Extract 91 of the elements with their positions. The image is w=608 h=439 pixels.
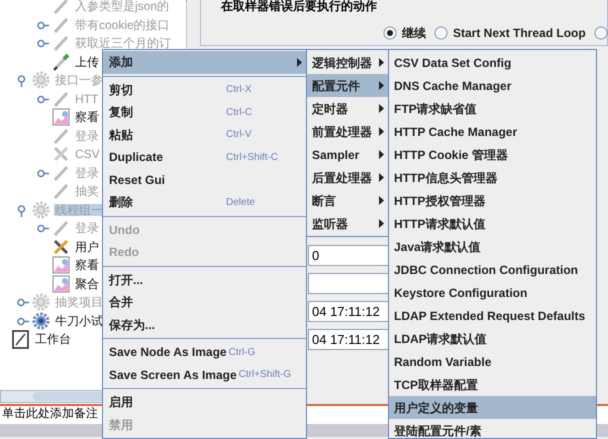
tree-node[interactable]: 上传: [74, 56, 100, 68]
menu-item[interactable]: 登陆配置元件/素: [389, 419, 596, 438]
radio-button[interactable]: [434, 26, 448, 40]
menu-item[interactable]: 断言: [307, 189, 388, 212]
menu-item[interactable]: 监听器: [307, 212, 388, 235]
gear-icon: [32, 293, 50, 312]
pen-icon: [52, 164, 70, 182]
pen-icon: [52, 126, 70, 145]
radio-button[interactable]: [594, 26, 608, 40]
menu-item[interactable]: TCP取样器配置: [389, 373, 596, 396]
radio-label: Start Next Thread Loop: [453, 25, 586, 42]
collapsed-handle-icon[interactable]: [17, 298, 29, 307]
menu-item[interactable]: HTTP Cache Manager: [389, 120, 596, 143]
menu-item[interactable]: 启用: [103, 391, 306, 414]
radio-label: 继续: [402, 25, 426, 42]
menu-item[interactable]: Sampler: [307, 143, 388, 166]
section-title: 在取样器错误后要执行的动作: [220, 0, 378, 13]
menu-item[interactable]: 逻辑控制器: [307, 51, 388, 74]
graph-icon: [52, 274, 70, 293]
gear-icon: [32, 71, 50, 90]
text-field[interactable]: 0: [308, 245, 389, 266]
tree-node[interactable]: 工作台: [34, 333, 72, 346]
menu-item[interactable]: FTP请求缺省值: [389, 97, 596, 120]
tree-node[interactable]: 牛刀小试: [54, 314, 104, 327]
menu-item[interactable]: DNS Cache Manager: [389, 74, 596, 97]
notepad-icon: [12, 329, 30, 350]
expanded-handle-icon[interactable]: [17, 75, 26, 87]
pen-icon: [52, 34, 70, 52]
menu-item[interactable]: 复制 Ctrl-C: [103, 101, 306, 124]
submenu-arrow-icon: [379, 58, 384, 67]
submenu-arrow-icon: [379, 104, 384, 113]
submenu-arrow-icon: [379, 173, 384, 182]
menu-item[interactable]: 定时器: [307, 97, 388, 120]
tree-node[interactable]: 用户: [74, 240, 100, 253]
tree-node[interactable]: 聚合: [74, 278, 100, 290]
pen-icon: [52, 182, 70, 200]
submenu-arrow-icon: [379, 219, 384, 228]
tree-node[interactable]: 察看: [74, 111, 100, 124]
menu-item[interactable]: CSV Data Set Config: [389, 51, 596, 74]
gear-icon: [32, 200, 50, 219]
text-field[interactable]: 04 17:11:12: [308, 329, 389, 350]
pen-icon: [52, 0, 70, 16]
menu-item[interactable]: 合并: [103, 291, 306, 314]
menu-item[interactable]: 用户定义的变量: [389, 396, 596, 419]
collapsed-handle-icon[interactable]: [37, 224, 49, 233]
menu-item[interactable]: 打开...: [103, 268, 306, 291]
menu-item[interactable]: LDAP Extended Request Defaults: [389, 304, 596, 327]
menu-item[interactable]: 添加: [103, 51, 306, 74]
collapsed-handle-icon[interactable]: [37, 39, 49, 48]
submenu-arrow-icon: [379, 150, 384, 159]
menu-item[interactable]: HTTP请求默认值: [389, 212, 596, 235]
menu-item[interactable]: HTTP信息头管理器: [389, 166, 596, 189]
collapsed-handle-icon[interactable]: [17, 316, 29, 326]
menu-item[interactable]: 删除 Delete: [103, 191, 306, 214]
text-field[interactable]: [308, 273, 389, 294]
pen-icon: [52, 52, 70, 71]
collapsed-handle-icon[interactable]: [37, 168, 49, 178]
menu-item[interactable]: HTTP Cookie 管理器: [389, 143, 596, 166]
collapsed-handle-icon[interactable]: [37, 94, 49, 104]
pen-icon: [52, 219, 70, 238]
menu-item[interactable]: 前置处理器: [307, 120, 388, 143]
menu-item[interactable]: 粘贴 Ctrl-V: [103, 124, 306, 146]
menu-item[interactable]: Keystore Configuration: [389, 281, 596, 304]
menu-item[interactable]: 保存为...: [103, 314, 306, 336]
submenu-arrow-icon: [379, 81, 384, 90]
menu-item[interactable]: 配置元件: [307, 74, 388, 97]
tools-icon: [52, 145, 70, 164]
tree-node[interactable]: 察看: [74, 259, 100, 272]
gear-icon: [32, 312, 50, 330]
graph-icon: [52, 108, 70, 126]
text-field[interactable]: 04 17:11:12: [308, 301, 389, 322]
graph-icon: [52, 256, 70, 274]
submenu-arrow-icon: [379, 196, 384, 205]
menu-item[interactable]: 剪切 Ctrl-X: [103, 78, 306, 101]
pen-icon: [52, 16, 70, 34]
menu-item[interactable]: HTTP授权管理器: [389, 189, 596, 212]
menu-item[interactable]: JDBC Connection Configuration: [389, 258, 596, 281]
menu-item[interactable]: Save Screen As Image Ctrl+Shift-G: [103, 364, 306, 386]
collapsed-handle-icon[interactable]: [37, 20, 49, 30]
menu-item[interactable]: Reset Gui: [103, 168, 306, 191]
menu-item[interactable]: Save Node As Image Ctrl-G: [103, 341, 306, 364]
radio-button[interactable]: [383, 26, 397, 40]
submenu-arrow-icon: [379, 127, 384, 136]
menu-item[interactable]: 后置处理器: [307, 166, 388, 189]
menu-item[interactable]: Java请求默认值: [389, 235, 596, 258]
menu-item[interactable]: LDAP请求默认值: [389, 327, 596, 350]
menu-item[interactable]: Random Variable: [389, 350, 596, 373]
tools-icon: [52, 238, 70, 256]
pen-icon: [52, 90, 70, 108]
expanded-handle-icon[interactable]: [17, 204, 26, 216]
menu-item[interactable]: Duplicate Ctrl+Shift-C: [103, 146, 306, 168]
